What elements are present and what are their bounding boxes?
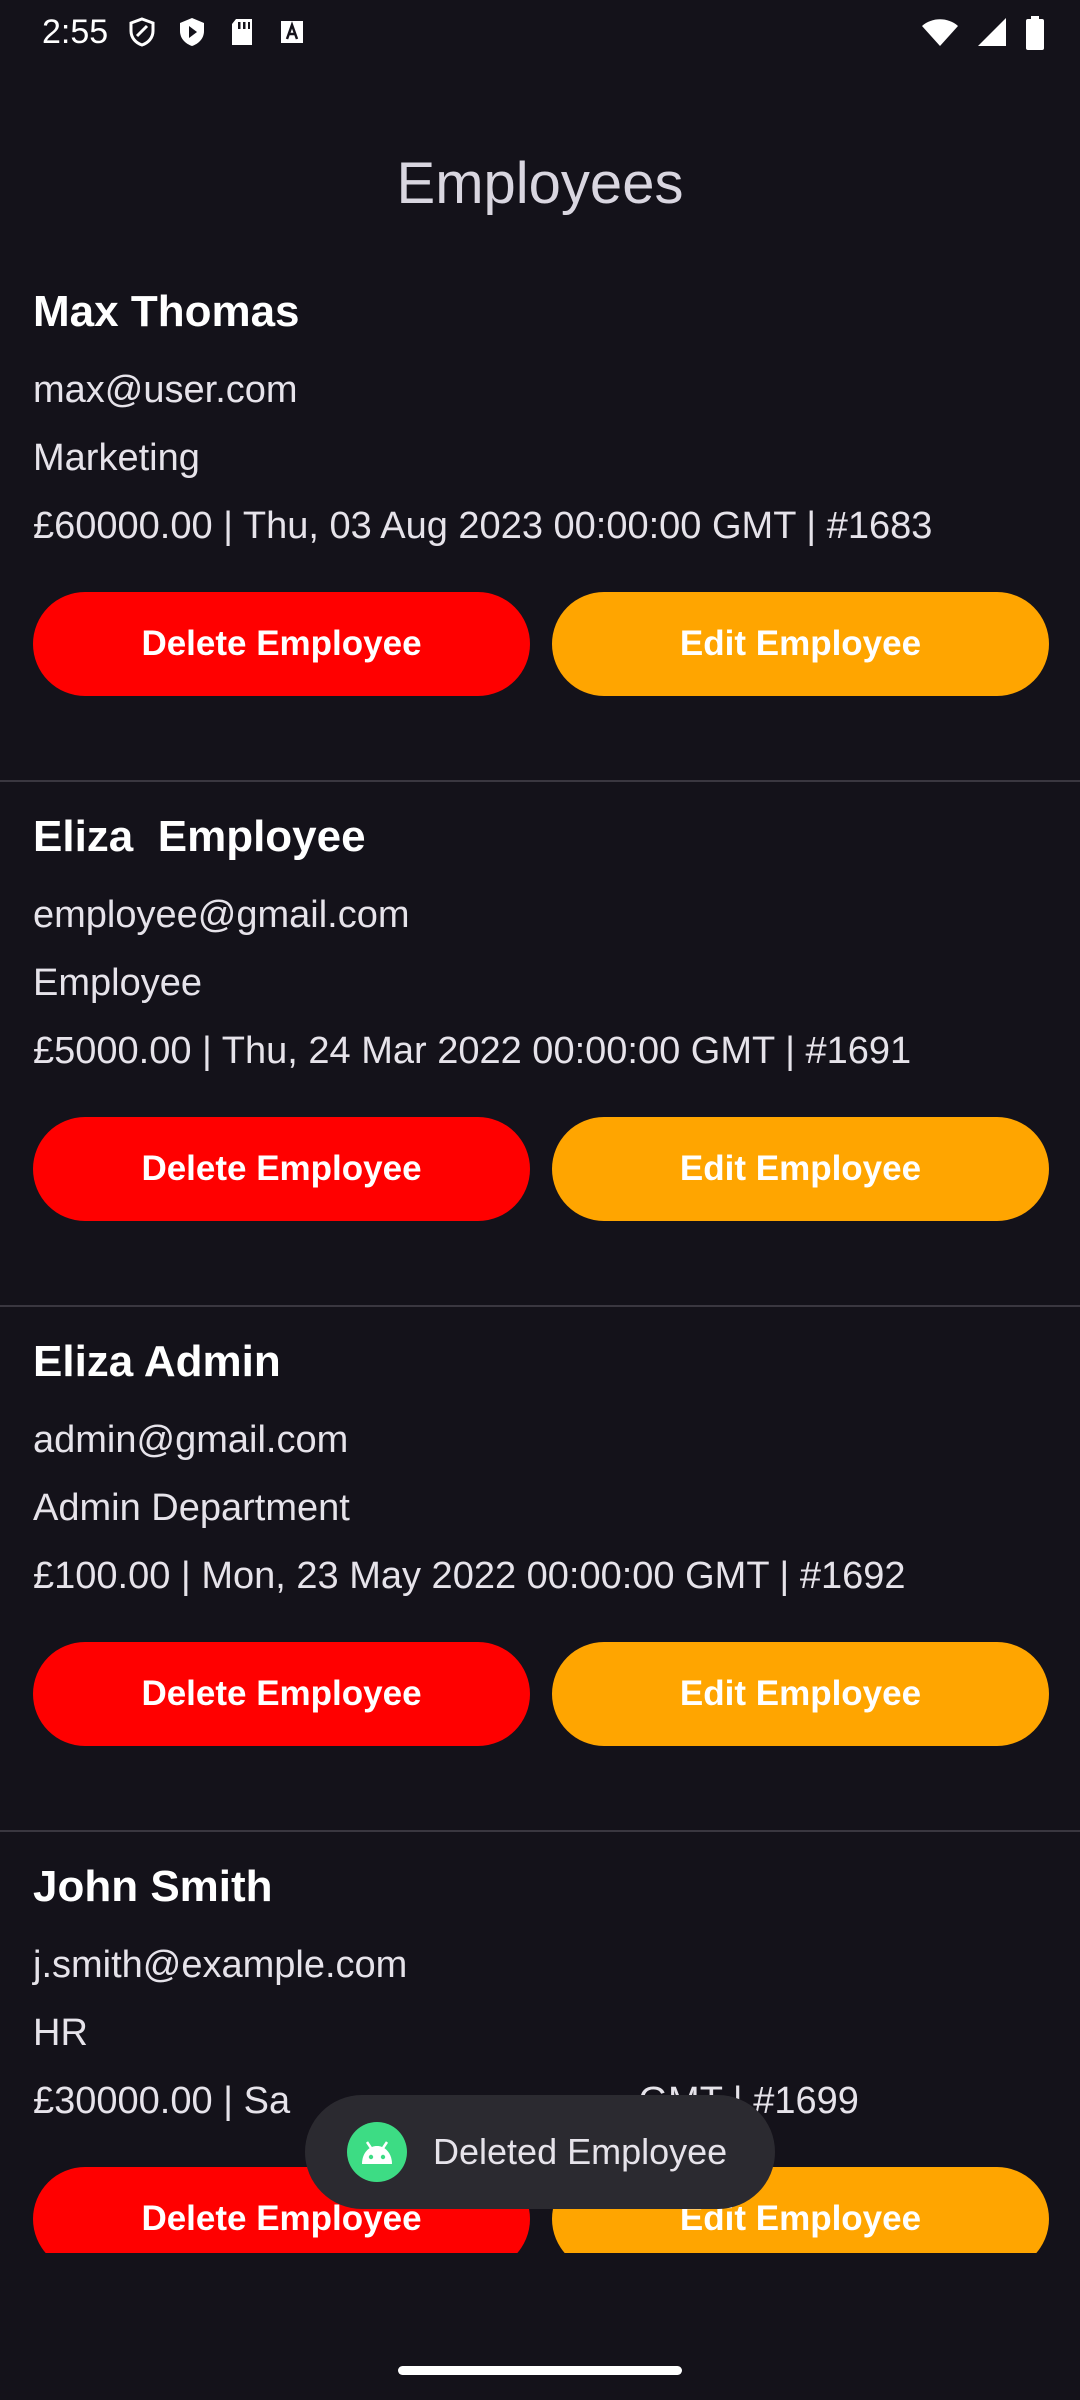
employee-name: John Smith [33, 1862, 273, 1911]
keyboard-a-icon [276, 16, 308, 48]
play-protect-icon [176, 16, 208, 48]
shield-icon [126, 16, 158, 48]
employee-list[interactable]: Max Thomas max@user.com Marketing £60000… [0, 283, 1080, 2253]
employee-actions: Delete Employee Edit Employee [33, 1642, 1049, 1746]
employee-department: Marketing [33, 437, 200, 479]
edit-employee-button[interactable]: Edit Employee [552, 592, 1049, 696]
employee-email: employee@gmail.com [33, 894, 410, 936]
delete-employee-button[interactable]: Delete Employee [33, 592, 530, 696]
employee-actions: Delete Employee Edit Employee [33, 1117, 1049, 1221]
employee-email: admin@gmail.com [33, 1419, 349, 1461]
employee-card: Eliza Employee employee@gmail.com Employ… [0, 782, 1080, 1307]
employee-email: max@user.com [33, 369, 298, 411]
employee-department: Admin Department [33, 1487, 350, 1529]
status-time: 2:55 [42, 12, 109, 51]
employee-name: Max Thomas [33, 287, 300, 336]
employee-department: Employee [33, 962, 202, 1004]
status-right [920, 16, 1046, 50]
battery-icon [1024, 16, 1046, 50]
edit-employee-button[interactable]: Edit Employee [552, 1117, 1049, 1221]
employee-email: j.smith@example.com [33, 1944, 408, 1986]
home-indicator[interactable] [398, 2366, 682, 2375]
employee-details: £60000.00 | Thu, 03 Aug 2023 00:00:00 GM… [33, 505, 933, 547]
delete-employee-button[interactable]: Delete Employee [33, 1117, 530, 1221]
employee-name: Eliza Admin [33, 1337, 281, 1386]
employee-details: £5000.00 | Thu, 24 Mar 2022 00:00:00 GMT… [33, 1030, 912, 1072]
employee-card: Max Thomas max@user.com Marketing £60000… [0, 283, 1080, 782]
page-title: Employees [396, 151, 684, 216]
status-bar: 2:55 [0, 0, 1080, 64]
sd-card-icon [226, 16, 258, 48]
android-icon [347, 2122, 407, 2182]
signal-icon [976, 16, 1008, 48]
delete-employee-button[interactable]: Delete Employee [33, 1642, 530, 1746]
employee-department: HR [33, 2012, 88, 2054]
employee-card: Eliza Admin admin@gmail.com Admin Depart… [0, 1307, 1080, 1832]
employee-details: £100.00 | Mon, 23 May 2022 00:00:00 GMT … [33, 1555, 906, 1597]
employee-actions: Delete Employee Edit Employee [33, 592, 1049, 696]
employee-list-content: Max Thomas max@user.com Marketing £60000… [0, 283, 1080, 2253]
status-left: 2:55 [42, 13, 308, 52]
employee-name: Eliza Employee [33, 812, 366, 861]
wifi-icon [920, 16, 960, 48]
toast: Deleted Employee [305, 2095, 775, 2209]
toast-message: Deleted Employee [433, 2131, 728, 2172]
edit-employee-button[interactable]: Edit Employee [552, 1642, 1049, 1746]
